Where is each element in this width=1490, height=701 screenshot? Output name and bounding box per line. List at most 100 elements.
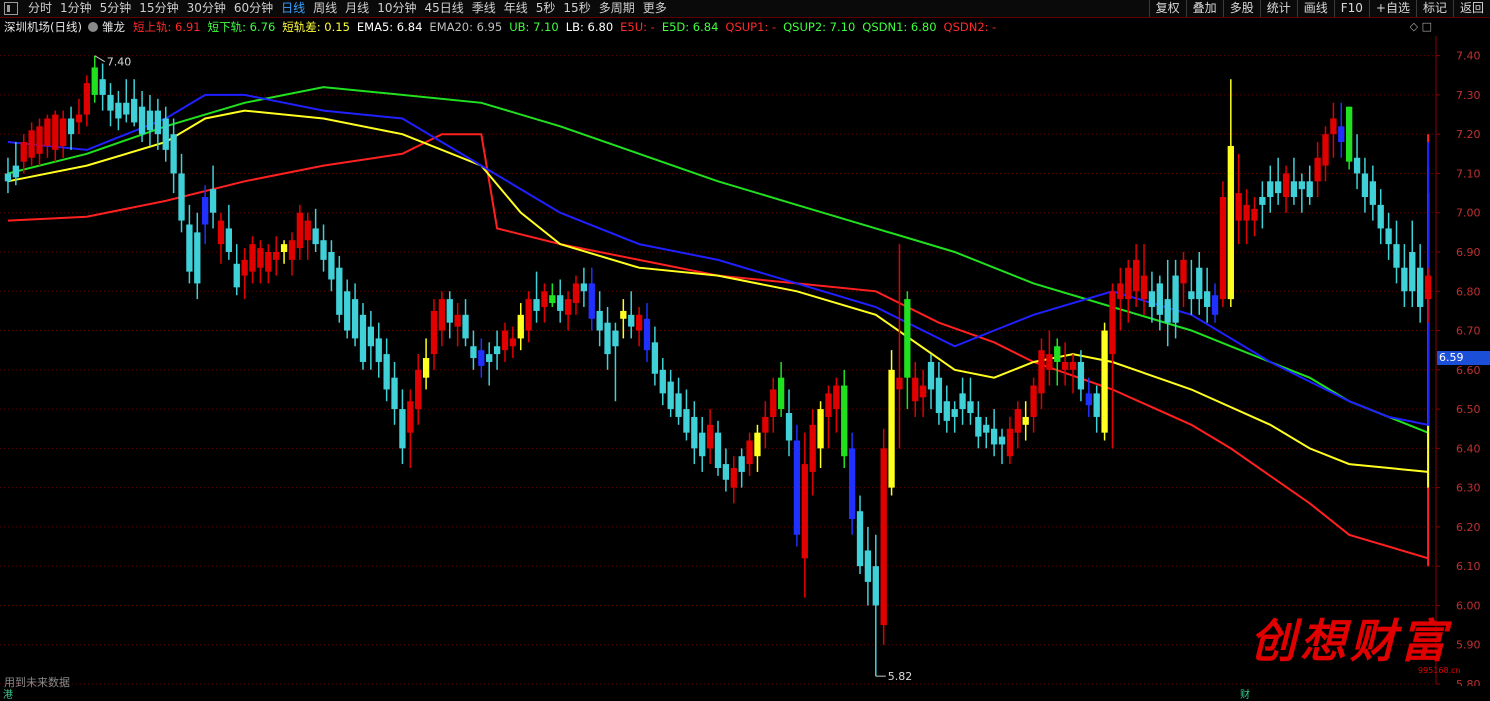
tool-button-7[interactable]: 标记 (1415, 0, 1453, 17)
candle-body-120 (951, 409, 958, 417)
candle-98 (777, 361, 785, 417)
candle-125 (990, 409, 998, 457)
candle-body-42 (336, 267, 343, 315)
candle-body-134 (1061, 361, 1069, 370)
candle-40 (320, 224, 327, 272)
candle-body-18 (146, 110, 154, 131)
candle-153 (1211, 283, 1219, 323)
candle-112 (888, 350, 895, 496)
candle-body-79 (628, 314, 635, 327)
tool-button-8[interactable]: 返回 (1452, 0, 1490, 17)
kline-chart[interactable]: 7.40 7.30 7.20 7.10 7.00 6.90 6.80 6.70 6.60 6.50… (0, 36, 1490, 686)
tick-label-0: 7.40 (1456, 50, 1481, 63)
candle-body-41 (328, 252, 335, 280)
period-tab-9[interactable]: 10分钟 (373, 0, 420, 17)
candle-body-104 (825, 393, 832, 417)
candle-body-13 (107, 94, 114, 111)
period-tab-5[interactable]: 60分钟 (230, 0, 277, 17)
candle-body-127 (1006, 428, 1014, 457)
tool-button-0[interactable]: 复权 (1148, 0, 1186, 17)
stock-name[interactable]: 深圳机场(日线) (0, 19, 82, 35)
candle-body-94 (746, 440, 753, 465)
tool-button-6[interactable]: +自选 (1368, 0, 1416, 17)
period-tab-13[interactable]: 5秒 (532, 0, 560, 17)
candle-147 (1164, 259, 1171, 347)
candle-75 (596, 291, 603, 347)
period-tab-2[interactable]: 5分钟 (96, 0, 136, 17)
tool-button-2[interactable]: 多股 (1222, 0, 1260, 17)
candle-180 (1424, 267, 1432, 323)
tick-label-16: 5.80 (1456, 678, 1481, 686)
candle-78 (620, 299, 627, 339)
candle-136 (1077, 350, 1085, 402)
watermark-site: 995168.cn (1418, 666, 1461, 675)
period-tab-14[interactable]: 15秒 (559, 0, 594, 17)
tool-button-5[interactable]: F10 (1333, 0, 1369, 17)
period-tab-8[interactable]: 月线 (341, 0, 373, 17)
candle-79 (628, 291, 635, 339)
period-tab-12[interactable]: 年线 (500, 0, 532, 17)
high-marker-label: 7.40 (107, 56, 132, 69)
candle-body-63 (501, 330, 509, 351)
period-tabs: 分时 1分钟 5分钟 15分钟 30分钟 60分钟 日线 周线 月线 10分钟 45日线 季线 年线 5秒… (24, 0, 671, 17)
period-tab-10[interactable]: 45日线 (420, 0, 467, 17)
candle-99 (785, 389, 793, 457)
candle-body-136 (1077, 361, 1085, 390)
candle-92 (730, 456, 737, 504)
candle-167 (1322, 126, 1329, 182)
candle-body-153 (1211, 295, 1219, 315)
legend-window-icons[interactable]: ◇ □ (1410, 20, 1432, 33)
candle-80 (635, 306, 643, 347)
tick-label-7: 6.70 (1456, 325, 1481, 338)
period-tab-0[interactable]: 分时 (24, 0, 56, 17)
current-price-label: 6.59 (1437, 351, 1490, 365)
candle-42 (336, 255, 343, 323)
settings-icon[interactable] (87, 22, 98, 32)
candle-24 (194, 212, 201, 300)
candle-97 (770, 377, 777, 433)
candle-16 (131, 79, 138, 127)
candle-46 (367, 310, 375, 370)
tool-button-3[interactable]: 统计 (1259, 0, 1297, 17)
period-tab-3[interactable]: 15分钟 (135, 0, 182, 17)
candle-body-154 (1219, 197, 1227, 300)
period-tab-6[interactable]: 日线 (277, 0, 309, 17)
candle-body-43 (344, 291, 351, 331)
candle-7 (60, 110, 67, 158)
candle-body-131 (1038, 350, 1045, 394)
period-tab-1[interactable]: 1分钟 (56, 0, 96, 17)
candle-62 (493, 330, 501, 370)
candle-body-102 (809, 424, 816, 472)
candle-171 (1353, 134, 1361, 190)
tool-button-1[interactable]: 叠加 (1185, 0, 1223, 17)
period-tab-16[interactable]: 更多 (639, 0, 671, 17)
candle-69 (549, 283, 556, 307)
layout-icon[interactable] (4, 2, 18, 15)
candle-83 (659, 358, 666, 406)
indicator-name[interactable]: 雏龙 (102, 19, 125, 35)
period-tab-7[interactable]: 周线 (309, 0, 341, 17)
candle-3 (28, 122, 35, 166)
candle-34 (273, 236, 280, 276)
candle-body-77 (612, 330, 619, 347)
period-tab-15[interactable]: 多周期 (595, 0, 639, 17)
candle-body-171 (1353, 157, 1361, 174)
candle-body-3 (28, 130, 35, 158)
tool-button-4[interactable]: 画线 (1296, 0, 1334, 17)
candle-body-15 (123, 102, 130, 115)
candle-129 (1022, 401, 1029, 441)
candle-body-16 (131, 98, 138, 123)
candle-35 (280, 240, 288, 264)
candle-95 (754, 424, 761, 472)
period-tab-11[interactable]: 季线 (468, 0, 500, 17)
candle-154 (1219, 181, 1227, 307)
period-tab-4[interactable]: 30分钟 (183, 0, 230, 17)
indicator-legend: 深圳机场(日线) 雏龙 短上轨: 6.91 短下轨: 6.76 短轨差: 0.15 E… (0, 18, 1436, 36)
candle-body-50 (399, 409, 406, 449)
toolbar: 分时 1分钟 5分钟 15分钟 30分钟 60分钟 日线 周线 月线 10分钟 45日线 季线 年线 5秒… (0, 0, 1490, 18)
legend-item-11: QSDN1: 6.80 (862, 20, 937, 34)
candle-body-176 (1393, 244, 1400, 268)
legend-item-6: LB: 6.80 (565, 20, 614, 34)
candle-90 (714, 420, 722, 476)
candle-body-151 (1196, 267, 1203, 300)
